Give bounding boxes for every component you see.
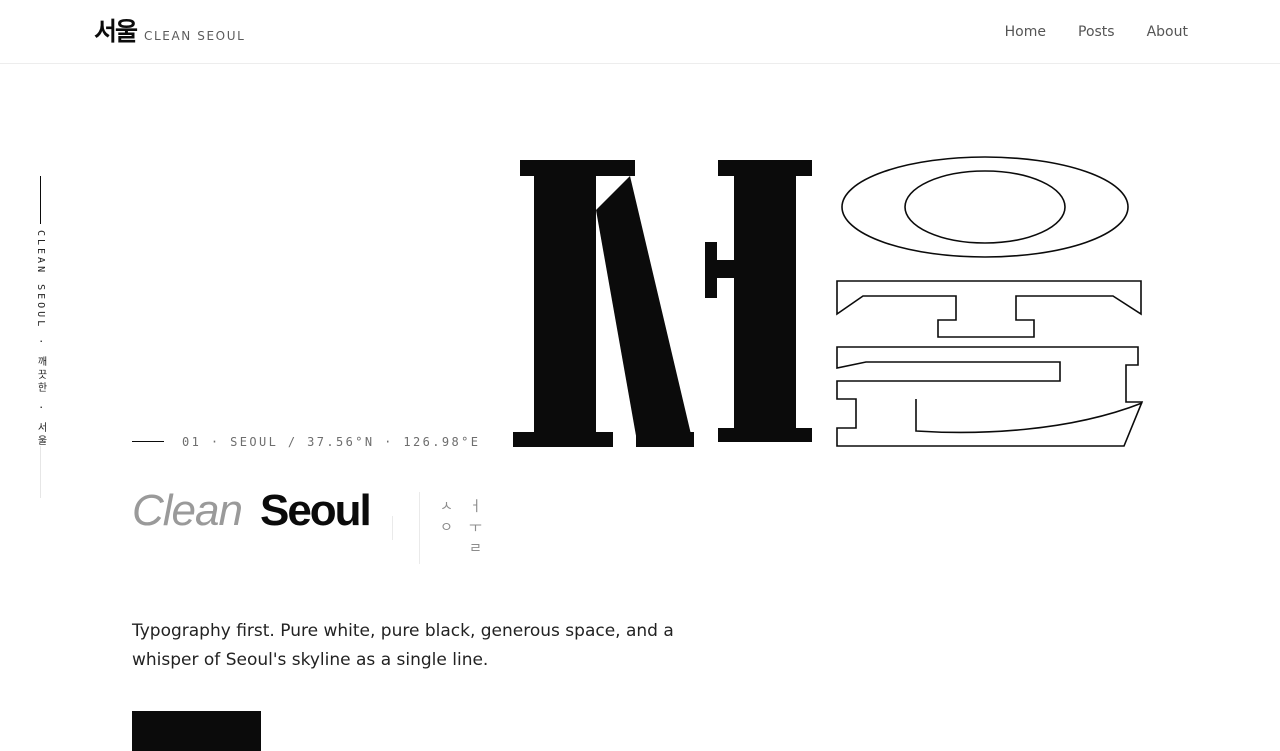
jamo-eo: ㅓ	[469, 499, 482, 515]
brand-logo[interactable]: 서울 CLEAN SEOUL	[94, 18, 245, 46]
jamo-ng: ㅇ	[440, 520, 453, 536]
title-divider-vertical	[419, 492, 420, 564]
title-divider	[392, 516, 393, 540]
jamo-s: ㅅ	[440, 499, 453, 515]
hero-hangul-artwork	[513, 156, 1144, 447]
hero-title: Clean Seoul	[132, 486, 372, 546]
site-header: 서울 CLEAN SEOUL Home Posts About	[0, 0, 1280, 64]
title-clean: Clean	[132, 486, 243, 535]
side-rule-top	[40, 176, 41, 224]
location-meta: 01 · SEOUL / 37.56°N · 126.98°E	[182, 435, 481, 449]
brand-name: CLEAN SEOUL	[144, 29, 246, 43]
hangul-ul-glyph	[836, 156, 1144, 447]
nav-home[interactable]: Home	[1005, 22, 1046, 42]
main-nav: Home Posts About	[1005, 22, 1188, 42]
hero-description: Typography first. Pure white, pure black…	[132, 621, 674, 670]
meta-rule	[132, 441, 164, 442]
title-seoul: Seoul	[259, 486, 372, 535]
hangul-seo-glyph	[513, 160, 812, 447]
side-rule-bottom	[40, 446, 41, 498]
jamo-u: ㅜ	[469, 520, 482, 536]
nav-posts[interactable]: Posts	[1078, 22, 1115, 42]
hero-cta-button[interactable]	[132, 711, 261, 751]
jamo-l: ㄹ	[469, 541, 482, 557]
side-tag: CLEAN SEOUL · 깨끗한 · 서울	[35, 230, 46, 449]
nav-about[interactable]: About	[1147, 22, 1188, 42]
brand-mark: 서울	[94, 17, 138, 46]
